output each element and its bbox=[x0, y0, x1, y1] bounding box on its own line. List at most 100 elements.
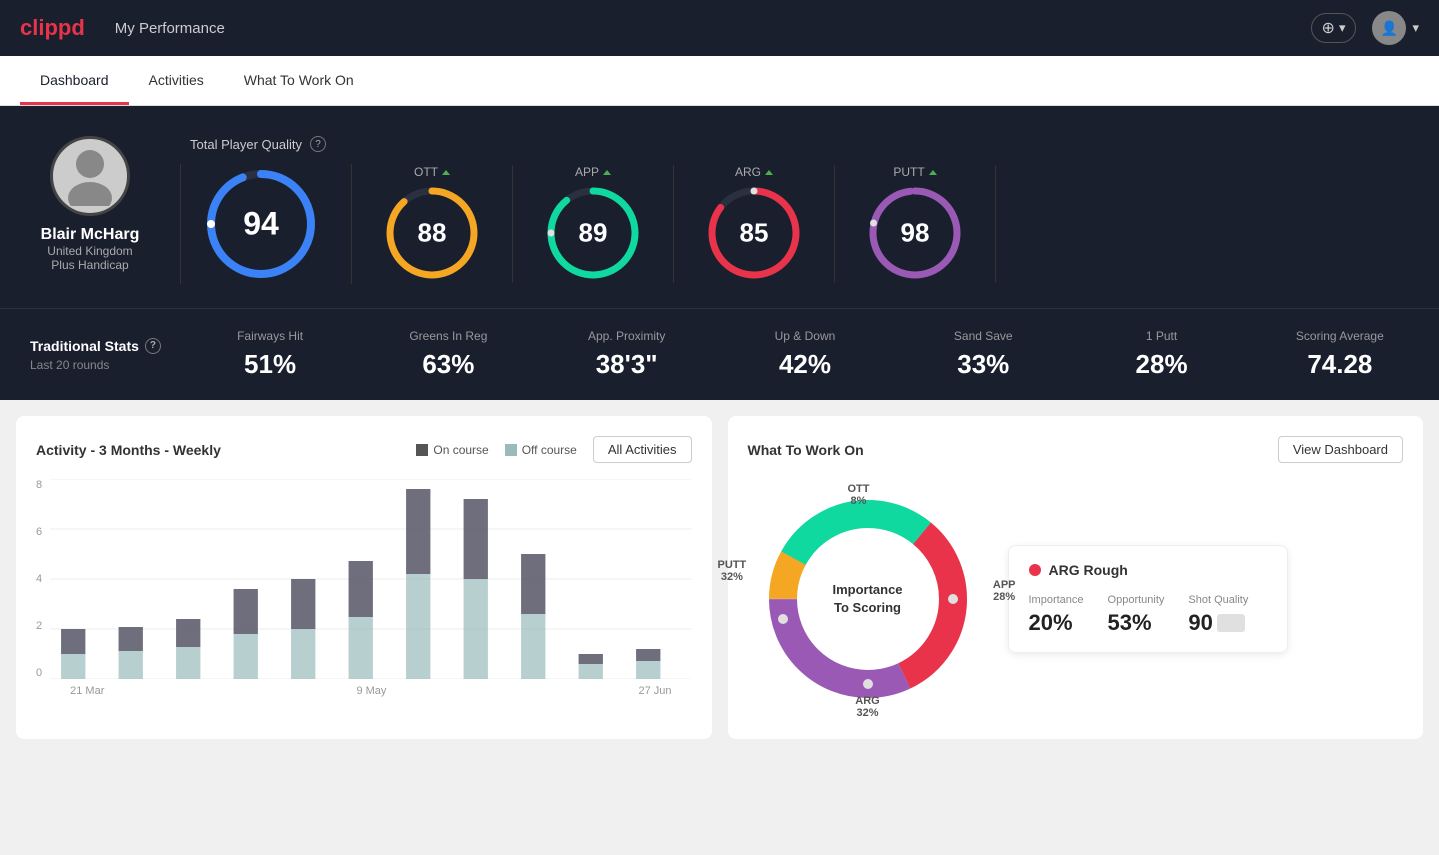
opportunity-label: Opportunity bbox=[1108, 594, 1165, 606]
stat-sand-label: Sand Save bbox=[914, 329, 1052, 343]
stat-updown-value: 42% bbox=[736, 349, 874, 380]
detail-title: ARG Rough bbox=[1029, 562, 1267, 578]
player-name: Blair McHarg bbox=[41, 226, 140, 244]
importance-label: Importance bbox=[1029, 594, 1084, 606]
tabs-bar: Dashboard Activities What To Work On bbox=[0, 56, 1439, 106]
player-country: United Kingdom bbox=[47, 244, 132, 258]
stat-proximity-value: 38'3" bbox=[558, 349, 696, 380]
app-gauge: 89 bbox=[543, 183, 643, 283]
arg-score: 85 bbox=[740, 218, 769, 249]
detail-metrics: Importance 20% Opportunity 53% Shot Qual… bbox=[1029, 594, 1267, 636]
legend-off-course: Off course bbox=[505, 443, 577, 457]
stat-1putt-value: 28% bbox=[1092, 349, 1230, 380]
importance-value: 20% bbox=[1029, 610, 1084, 636]
putt-gauge-item: PUTT 98 bbox=[835, 165, 996, 283]
traditional-stats: Traditional Stats ? Last 20 rounds Fairw… bbox=[0, 308, 1439, 400]
nav-title: My Performance bbox=[115, 20, 225, 37]
all-activities-button[interactable]: All Activities bbox=[593, 436, 692, 463]
user-avatar: 👤 bbox=[1372, 11, 1406, 45]
chart-legend: On course Off course bbox=[416, 443, 577, 457]
hero-section: Blair McHarg United Kingdom Plus Handica… bbox=[0, 106, 1439, 308]
metric-importance: Importance 20% bbox=[1029, 594, 1084, 636]
nav-right: ⊕ ▾ 👤 ▾ bbox=[1311, 11, 1419, 45]
main-score: 94 bbox=[243, 206, 279, 243]
opportunity-value: 53% bbox=[1108, 610, 1165, 636]
activity-title: Activity - 3 Months - Weekly bbox=[36, 442, 221, 458]
stat-sand-value: 33% bbox=[914, 349, 1052, 380]
stat-scoring-label: Scoring Average bbox=[1271, 329, 1409, 343]
tab-what-to-work-on[interactable]: What To Work On bbox=[224, 56, 374, 105]
donut-center: ImportanceTo Scoring bbox=[832, 581, 902, 617]
stat-fairways-value: 51% bbox=[201, 349, 339, 380]
stat-proximity-label: App. Proximity bbox=[558, 329, 696, 343]
legend-on-course: On course bbox=[416, 443, 488, 457]
stat-1putt: 1 Putt 28% bbox=[1092, 329, 1230, 380]
stat-fairways: Fairways Hit 51% bbox=[201, 329, 339, 380]
main-content: Activity - 3 Months - Weekly On course O… bbox=[0, 400, 1439, 755]
trad-subtitle: Last 20 rounds bbox=[30, 358, 161, 372]
activity-card: Activity - 3 Months - Weekly On course O… bbox=[16, 416, 712, 739]
putt-donut-label: PUTT32% bbox=[718, 559, 747, 583]
wtwo-card: What To Work On View Dashboard bbox=[728, 416, 1424, 739]
stat-updown-label: Up & Down bbox=[736, 329, 874, 343]
metric-opportunity: Opportunity 53% bbox=[1108, 594, 1165, 636]
app-score: 89 bbox=[579, 218, 608, 249]
chart-xaxis: 21 Mar 9 May 27 Jun bbox=[50, 685, 691, 697]
putt-gauge: 98 bbox=[865, 183, 965, 283]
stat-gir-label: Greens In Reg bbox=[379, 329, 517, 343]
app-gauge-item: APP 89 bbox=[513, 165, 674, 283]
ott-gauge-item: OTT 88 bbox=[352, 165, 513, 283]
view-dashboard-button[interactable]: View Dashboard bbox=[1278, 436, 1403, 463]
logo: clippd bbox=[20, 15, 85, 41]
main-gauge: 94 bbox=[201, 164, 321, 284]
tab-activities[interactable]: Activities bbox=[129, 56, 224, 105]
trad-title: Traditional Stats ? bbox=[30, 338, 161, 354]
ott-label: OTT bbox=[414, 165, 450, 179]
ott-score: 88 bbox=[418, 218, 447, 249]
app-donut-label: APP28% bbox=[993, 579, 1016, 603]
arg-donut-label: ARG32% bbox=[855, 695, 879, 719]
player-info: Blair McHarg United Kingdom Plus Handica… bbox=[30, 136, 150, 272]
quality-gauges: 94 OTT 88 bbox=[180, 164, 1409, 284]
shot-quality-label: Shot Quality bbox=[1188, 594, 1248, 606]
trad-label: Traditional Stats ? Last 20 rounds bbox=[30, 338, 161, 372]
user-menu-button[interactable]: 👤 ▾ bbox=[1372, 11, 1419, 45]
quality-section: Total Player Quality ? bbox=[180, 136, 1409, 284]
top-nav: clippd My Performance ⊕ ▾ 👤 ▾ bbox=[0, 0, 1439, 56]
arg-gauge: 85 bbox=[704, 183, 804, 283]
shot-quality-value: 90 bbox=[1188, 610, 1248, 636]
quality-help-icon[interactable]: ? bbox=[310, 136, 326, 152]
putt-label: PUTT bbox=[893, 165, 936, 179]
metric-shot-quality: Shot Quality 90 bbox=[1188, 594, 1248, 636]
stat-scoring: Scoring Average 74.28 bbox=[1271, 329, 1409, 380]
stat-gir: Greens In Reg 63% bbox=[379, 329, 517, 380]
arg-label: ARG bbox=[735, 165, 773, 179]
arg-gauge-item: ARG 85 bbox=[674, 165, 835, 283]
add-button[interactable]: ⊕ ▾ bbox=[1311, 13, 1357, 43]
detail-card: ARG Rough Importance 20% Opportunity 53%… bbox=[1008, 545, 1288, 653]
x-label-3: 27 Jun bbox=[638, 685, 671, 697]
wtwo-title: What To Work On bbox=[748, 442, 864, 458]
wtwo-body: ImportanceTo Scoring OTT8% APP28% ARG32%… bbox=[748, 479, 1404, 719]
stat-proximity: App. Proximity 38'3" bbox=[558, 329, 696, 380]
stat-fairways-label: Fairways Hit bbox=[201, 329, 339, 343]
detail-dot bbox=[1029, 564, 1041, 576]
user-chevron: ▾ bbox=[1412, 20, 1419, 36]
ott-donut-label: OTT8% bbox=[848, 483, 870, 507]
stat-sand: Sand Save 33% bbox=[914, 329, 1052, 380]
tab-dashboard[interactable]: Dashboard bbox=[20, 56, 129, 105]
quality-header: Total Player Quality ? bbox=[180, 136, 1409, 152]
trad-help-icon[interactable]: ? bbox=[145, 338, 161, 354]
wtwo-header: What To Work On View Dashboard bbox=[748, 436, 1404, 463]
stat-gir-value: 63% bbox=[379, 349, 517, 380]
activity-card-header: Activity - 3 Months - Weekly On course O… bbox=[36, 436, 692, 463]
player-avatar bbox=[50, 136, 130, 216]
stat-updown: Up & Down 42% bbox=[736, 329, 874, 380]
app-label: APP bbox=[575, 165, 611, 179]
main-gauge-item: 94 bbox=[181, 164, 352, 284]
x-label-2: 9 May bbox=[356, 685, 386, 697]
stat-1putt-label: 1 Putt bbox=[1092, 329, 1230, 343]
stat-scoring-value: 74.28 bbox=[1271, 349, 1409, 380]
x-label-1: 21 Mar bbox=[70, 685, 104, 697]
player-handicap: Plus Handicap bbox=[51, 258, 128, 272]
